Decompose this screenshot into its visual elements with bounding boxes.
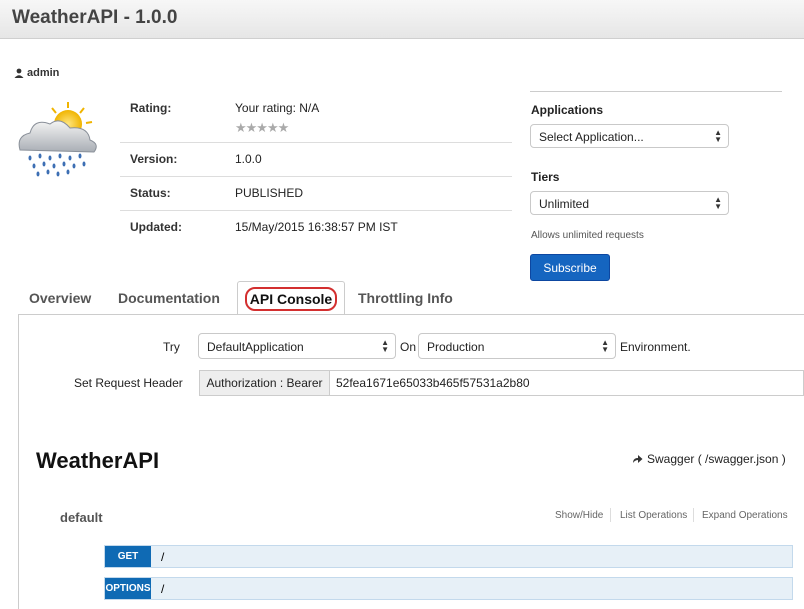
divider	[693, 508, 694, 522]
user-icon	[14, 68, 24, 78]
status-label: Status:	[130, 186, 171, 200]
rating-row: Rating: Your rating: N/A ★★★★★	[120, 92, 512, 143]
operation-row[interactable]: GET /	[104, 545, 793, 568]
updated-row: Updated: 15/May/2015 16:38:57 PM IST	[120, 211, 512, 244]
swagger-json-link[interactable]: Swagger ( /swagger.json )	[632, 452, 786, 466]
tab-api-console[interactable]: API Console	[237, 281, 345, 315]
subscription-panel	[530, 91, 782, 92]
updated-value: 15/May/2015 16:38:57 PM IST	[235, 220, 398, 234]
top-bar: WeatherAPI - 1.0.0	[0, 0, 804, 39]
http-method-badge: GET	[105, 546, 151, 567]
rating-label: Rating:	[130, 101, 172, 115]
tier-note: Allows unlimited requests	[531, 230, 644, 241]
auth-header-label: Authorization : Bearer	[199, 370, 330, 396]
swagger-api-title: WeatherAPI	[36, 448, 160, 473]
tab-overview[interactable]: Overview	[29, 281, 91, 315]
environment-select[interactable]: Production ▲ ▼	[418, 333, 616, 359]
operation-row[interactable]: OPTIONS /	[104, 577, 793, 600]
tab-api-console-label: API Console	[244, 287, 338, 311]
operation-path: /	[161, 582, 165, 596]
swagger-link-label: Swagger ( /swagger.json )	[647, 452, 786, 466]
applications-label: Applications	[531, 103, 604, 117]
user-name: admin	[27, 67, 60, 79]
expand-operations-link[interactable]: Expand Operations	[702, 510, 788, 521]
on-label: On	[400, 340, 417, 354]
request-header-label: Set Request Header	[74, 376, 183, 390]
select-arrows-icon: ▲ ▼	[601, 338, 609, 354]
tab-documentation[interactable]: Documentation	[118, 281, 220, 315]
console-application-select[interactable]: DefaultApplication ▲ ▼	[198, 333, 396, 359]
tiers-label: Tiers	[531, 170, 560, 184]
auth-token-input[interactable]: 52fea1671e65033b465f57531a2b80	[330, 370, 804, 396]
application-select[interactable]: Select Application... ▲ ▼	[530, 124, 729, 148]
select-arrows-icon: ▲ ▼	[714, 195, 722, 211]
rating-stars[interactable]: ★★★★★	[235, 120, 289, 136]
page-title: WeatherAPI - 1.0.0	[12, 7, 178, 28]
status-value: PUBLISHED	[235, 186, 304, 200]
api-info-table: Rating: Your rating: N/A ★★★★★ Version: …	[120, 92, 512, 244]
divider	[530, 91, 782, 92]
weather-api-logo-icon	[18, 102, 97, 177]
rating-value: Your rating: N/A	[235, 101, 320, 115]
environment-select-value: Production	[427, 340, 485, 354]
status-row: Status: PUBLISHED	[120, 177, 512, 211]
select-arrows-icon: ▲ ▼	[381, 338, 389, 354]
select-arrows-icon: ▲ ▼	[714, 128, 722, 144]
subscribe-button[interactable]: Subscribe	[530, 254, 610, 281]
try-label: Try	[163, 340, 180, 354]
tab-throttling-info[interactable]: Throttling Info	[358, 281, 453, 315]
show-hide-link[interactable]: Show/Hide	[555, 510, 603, 521]
environment-suffix: Environment.	[620, 340, 691, 354]
http-method-badge: OPTIONS	[105, 578, 151, 599]
updated-label: Updated:	[130, 220, 182, 234]
operation-group-name[interactable]: default	[60, 510, 103, 525]
share-arrow-icon	[633, 455, 643, 463]
list-operations-link[interactable]: List Operations	[620, 510, 687, 521]
divider	[610, 508, 611, 522]
user-badge[interactable]: admin	[14, 67, 59, 79]
version-value: 1.0.0	[235, 152, 262, 166]
tier-select[interactable]: Unlimited ▲ ▼	[530, 191, 729, 215]
version-row: Version: 1.0.0	[120, 143, 512, 177]
application-select-value: Select Application...	[539, 130, 644, 144]
version-label: Version:	[130, 152, 178, 166]
operation-path: /	[161, 550, 165, 564]
console-application-value: DefaultApplication	[207, 340, 304, 354]
tab-bar: Overview Documentation API Console Throt…	[18, 281, 804, 315]
tier-select-value: Unlimited	[539, 197, 590, 211]
